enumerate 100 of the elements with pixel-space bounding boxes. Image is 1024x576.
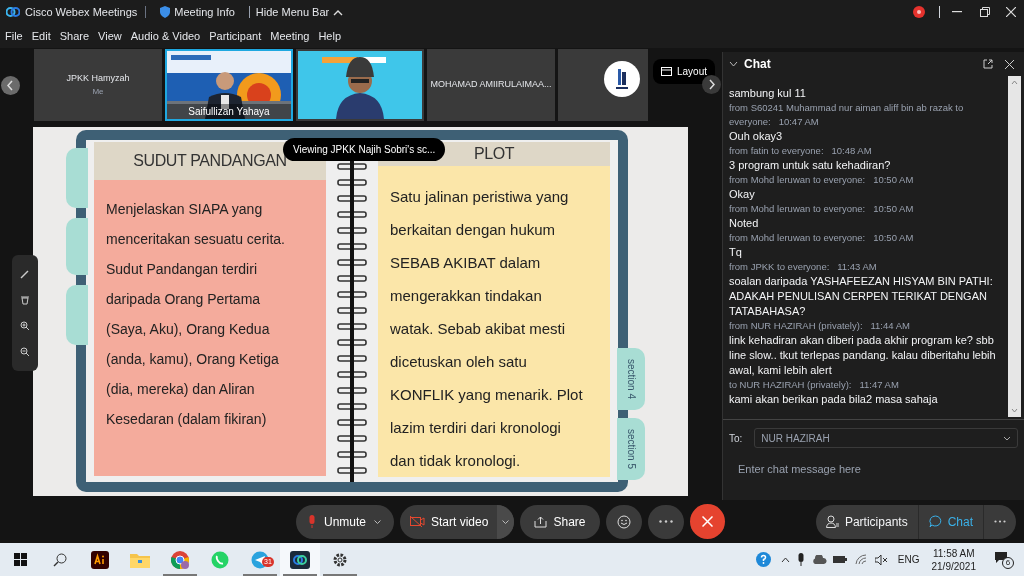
message-meta: from Mohd leruwan to everyone: 10:50 AM (729, 231, 915, 245)
illustrator-app-icon (91, 550, 109, 569)
message-text: soalan daripada YASHAFEEZAN HISYAM BIN PATHI: ADAKAH PENULISAN CERPEN TERIKAT DENGAN TATABAHASA? (729, 274, 994, 319)
video-tile[interactable]: Saifullizan Yahaya (165, 49, 293, 121)
person-icon (825, 515, 839, 528)
scroll-up-icon[interactable] (1011, 80, 1018, 85)
menu-item[interactable]: Edit (31, 27, 51, 45)
chat-title: Chat (744, 56, 771, 73)
chevron-down-icon[interactable] (729, 61, 738, 67)
message-text: Okay (729, 187, 756, 202)
message-text: Tq (729, 245, 743, 260)
menu-item[interactable]: Share (59, 27, 90, 45)
share-icon (534, 515, 548, 528)
page-text: Menjelaskan SIAPA yang menceritakan sesuatu cerita. Sudut Pandangan terdiri daripada Orang Pertama (Saya, Aku), Orang Kedua (anda, kamu), Orang Ketiga (dia, mereka) dan Aliran Kesedaran (dalam fikiran) (94, 180, 326, 476)
chevron-down-icon (1003, 435, 1011, 441)
close-icon (702, 516, 713, 527)
scrollbar[interactable] (1008, 76, 1021, 417)
zoom-out-icon[interactable] (20, 347, 30, 357)
participant-subtitle: Me (92, 85, 104, 98)
browser-icon (170, 549, 190, 570)
folder-icon (130, 551, 150, 568)
layout-button[interactable]: Layout (653, 59, 716, 84)
clock[interactable]: 11:58 AM 21/9/2021 (931, 546, 976, 573)
clock-time: 11:58 AM (933, 546, 975, 560)
minimize-icon[interactable] (952, 11, 962, 13)
battery-icon[interactable] (832, 555, 847, 564)
more-button[interactable] (648, 504, 684, 539)
layout-icon (661, 67, 672, 76)
menu-item[interactable]: Meeting (270, 27, 310, 45)
message-time: 10:50 AM (873, 203, 914, 214)
chevron-up-icon[interactable] (780, 556, 790, 563)
end-meeting-button[interactable] (690, 504, 725, 539)
menu-item[interactable]: Participant (209, 27, 262, 45)
reactions-button[interactable] (606, 504, 642, 539)
message-time: 10:48 AM (831, 145, 872, 156)
cloud-icon[interactable] (811, 554, 827, 565)
message-meta: from Mohd leruwan to everyone: 10:50 AM (729, 202, 915, 216)
menu-item[interactable]: Audio & Video (130, 27, 201, 45)
panel-button[interactable]: Participants (815, 504, 919, 539)
chat-input[interactable]: Enter chat message here (729, 454, 1018, 484)
more-icon (659, 520, 673, 523)
recipient-dropdown[interactable]: NUR HAZIRAH (754, 428, 1018, 448)
search-icon (53, 552, 67, 567)
settings-icon (332, 551, 348, 568)
language-indicator[interactable]: ENG (897, 552, 920, 567)
message-text: kami akan berikan pada bila2 masa sahaja (729, 392, 939, 407)
message-text: link kehadiran akan diberi pada akhir program ke? sbb line slow.. tkut terlepas pandang. kalau diberitahu lebih awal, kami lebih alert (729, 333, 997, 378)
start-video-button[interactable]: Start video (400, 504, 514, 539)
message-time: 11:44 AM (870, 320, 910, 331)
to-label: To: (729, 431, 743, 446)
chat-bubble-icon (928, 515, 942, 528)
message-time: 10:50 AM (873, 174, 914, 185)
scroll-down-icon[interactable] (1011, 408, 1018, 413)
zoom-in-icon[interactable] (20, 321, 30, 331)
message-meta: from fatin to everyone: 10:48 AM (729, 144, 873, 158)
notification-center-button[interactable]: 6 (994, 548, 1016, 571)
more-icon (994, 520, 1006, 523)
pen-icon[interactable] (20, 269, 30, 279)
message-text: Ouh okay3 (729, 129, 784, 144)
message-meta: to NUR HAZIRAH (privately): 11:47 AM (729, 378, 900, 392)
taskbar-app[interactable] (280, 543, 320, 576)
hide-menu-bar-button[interactable]: Hide Menu Bar (255, 3, 344, 21)
message-time: 10:50 AM (873, 232, 914, 243)
logo-icon (604, 61, 640, 97)
message-text: 3 program untuk satu kehadiran? (729, 158, 892, 173)
pop-out-icon[interactable] (983, 59, 993, 69)
panel-button[interactable]: Chat (918, 504, 984, 539)
trash-icon[interactable] (20, 295, 30, 305)
microphone-icon[interactable] (797, 553, 804, 566)
message-text: Noted (729, 216, 760, 231)
speaker-muted-icon[interactable] (874, 554, 888, 565)
help-icon[interactable] (755, 552, 771, 567)
restore-icon[interactable] (980, 7, 990, 17)
recording-icon[interactable] (913, 6, 925, 18)
menu-item[interactable]: Help (318, 27, 341, 45)
shield-icon (160, 6, 171, 18)
chevron-up-icon (333, 8, 344, 16)
meeting-info-button[interactable]: Meeting Info (160, 3, 235, 21)
wifi-icon[interactable] (854, 554, 867, 565)
video-tile[interactable] (558, 49, 648, 121)
close-icon[interactable] (1005, 59, 1014, 69)
unmute-button[interactable]: Unmute (296, 504, 394, 539)
video-tile[interactable]: JPKK Hamyzah Me (34, 49, 162, 121)
participant-name: MOHAMAD AMIIRULAIMAA... (430, 78, 552, 92)
participant-name: Saifullizan Yahaya (167, 104, 291, 119)
clock-date: 21/9/2021 (931, 559, 976, 573)
message-meta: from NUR HAZIRAH (privately): 11:44 AM (729, 319, 911, 333)
video-tile[interactable]: MOHAMAD AMIIRULAIMAA... (427, 49, 555, 121)
message-meta: from JPKK to everyone: 11:43 AM (729, 260, 878, 274)
share-button[interactable]: Share (520, 504, 600, 539)
menu-item[interactable]: File (5, 27, 23, 45)
video-off-icon (410, 516, 425, 527)
menu-item[interactable]: View (98, 27, 122, 45)
close-icon[interactable] (1006, 7, 1016, 17)
message-meta: from Mohd leruwan to everyone: 10:50 AM (729, 173, 915, 187)
webex-logo-icon (6, 7, 20, 17)
message-icon (994, 550, 1008, 564)
participant-name: JPKK Hamyzah (66, 72, 130, 86)
caret-icon (374, 519, 382, 524)
message-text: sambung kul 11 (729, 86, 807, 101)
